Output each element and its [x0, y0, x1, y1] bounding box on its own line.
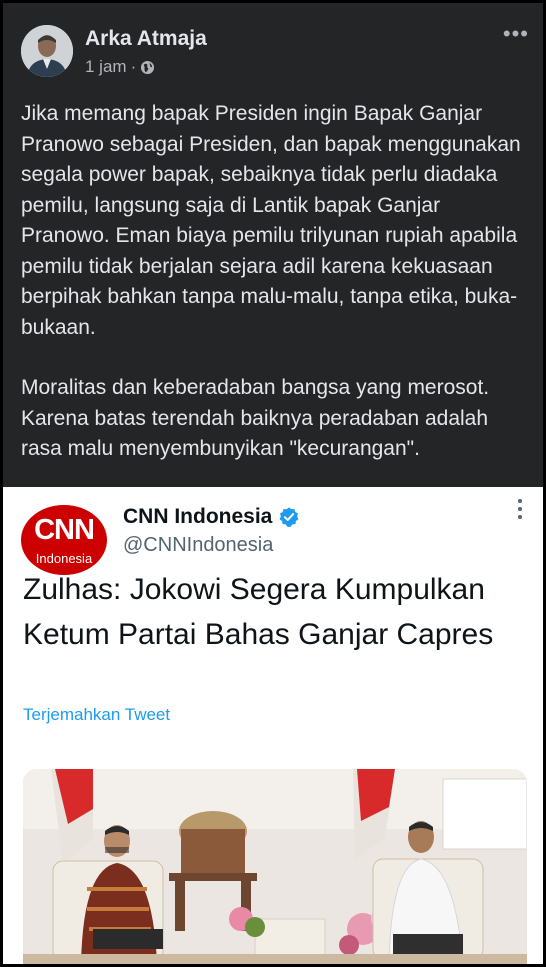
cnn-logo: CNN Indonesia	[21, 505, 107, 575]
post-body: Jika memang bapak Presiden ingin Bapak G…	[21, 99, 529, 465]
news-photo-drawing	[23, 769, 527, 964]
tweet-handle[interactable]: @CNNIndonesia	[123, 534, 273, 557]
more-options-icon[interactable]: •••	[503, 21, 529, 47]
meta-separator: ·	[130, 57, 137, 76]
tweet-headline: Zulhas: Jokowi Segera Kumpulkan Ketum Pa…	[23, 573, 494, 651]
tweet-more-icon[interactable]	[517, 499, 523, 519]
translate-tweet-link[interactable]: Terjemahkan Tweet	[23, 705, 170, 725]
post-paragraph-2: Moralitas dan keberadaban bangsa yang me…	[21, 376, 490, 460]
author-name[interactable]: Arka Atmaja	[85, 27, 207, 51]
avatar[interactable]	[21, 25, 73, 77]
facebook-post: Arka Atmaja 1 jam · ••• Jika memang bapa…	[3, 3, 543, 487]
avatar-photo	[21, 25, 73, 77]
shared-tweet: CNN Indonesia CNN Indonesia @CNNIndonesi…	[3, 487, 543, 964]
post-meta: 1 jam ·	[85, 57, 155, 77]
tweet-account-name[interactable]: CNN Indonesia	[123, 505, 300, 529]
verified-badge-icon	[279, 507, 299, 527]
tweet-account-name-text: CNN Indonesia	[123, 505, 273, 528]
post-time[interactable]: 1 jam	[85, 57, 127, 77]
cnn-logo-subtext: Indonesia	[35, 551, 93, 566]
screenshot-frame: Arka Atmaja 1 jam · ••• Jika memang bapa…	[0, 0, 546, 967]
cnn-logo-text: CNN	[34, 514, 95, 546]
news-photo-image[interactable]	[23, 769, 527, 964]
public-globe-icon	[141, 60, 155, 74]
post-paragraph-1: Jika memang bapak Presiden ingin Bapak G…	[21, 102, 521, 339]
